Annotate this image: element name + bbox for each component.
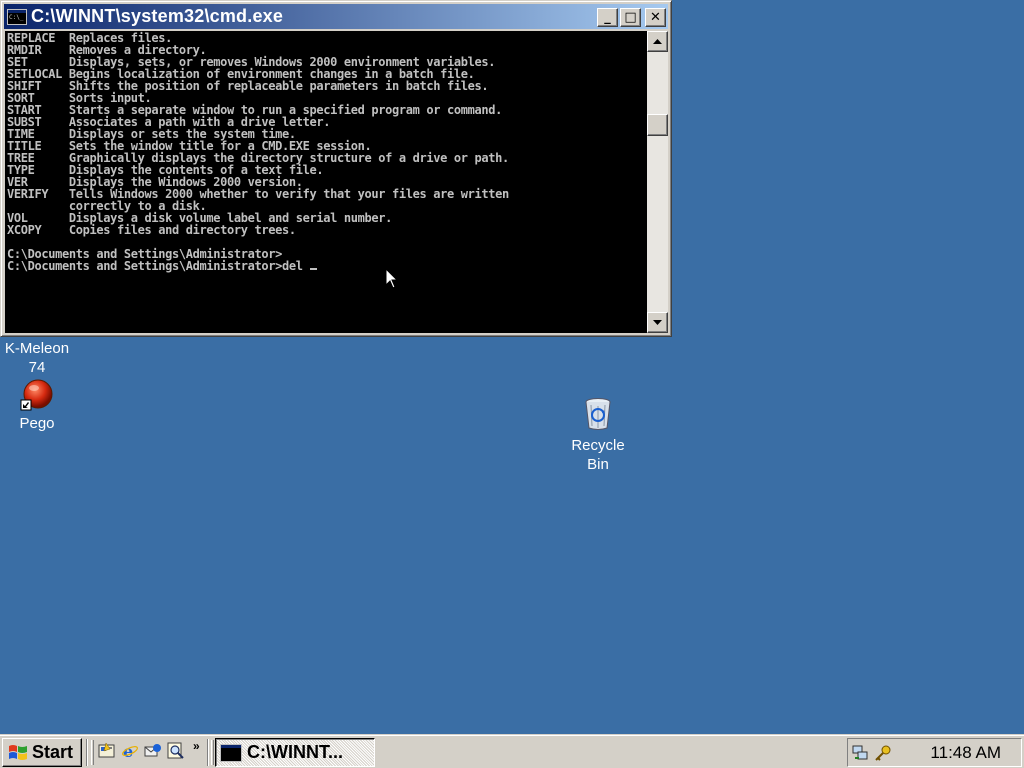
quick-launch-grip[interactable] (91, 740, 94, 765)
security-key-icon[interactable] (874, 744, 892, 762)
scroll-down-button[interactable] (647, 312, 668, 333)
arrow-down-icon (653, 319, 662, 325)
taskbar-separator (86, 739, 88, 766)
clock[interactable]: 11:48 AM (930, 743, 1001, 763)
pego-icon[interactable] (20, 378, 54, 412)
recycle-bin-icon[interactable] (582, 397, 614, 431)
maximize-button[interactable]: □ (620, 8, 641, 27)
k-meleon-shortcut-label[interactable]: K-Meleon 74 (0, 339, 74, 377)
window-title: C:\WINNT\system32\cmd.exe (31, 6, 284, 26)
internet-explorer-icon[interactable]: e (121, 742, 139, 760)
arrow-up-icon (653, 38, 662, 44)
scroll-up-button[interactable] (647, 31, 668, 52)
close-button[interactable]: ✕ (645, 8, 666, 27)
network-icon[interactable] (852, 744, 870, 762)
windows-logo-icon (9, 744, 27, 760)
task-list-grip[interactable] (211, 740, 214, 765)
task-button-cmd[interactable]: C:\WINNT... (215, 738, 375, 767)
cmd-icon[interactable] (7, 8, 27, 25)
cmd-icon (220, 743, 242, 762)
mouse-pointer-icon (385, 268, 399, 289)
show-desktop-icon[interactable] (98, 742, 116, 760)
taskbar-separator (207, 739, 209, 766)
system-tray: 11:48 AM (847, 738, 1022, 767)
start-button[interactable]: Start (2, 738, 82, 767)
outlook-express-icon[interactable] (144, 742, 162, 760)
task-button-label: C:\WINNT... (247, 742, 343, 762)
quick-launch-more-button[interactable]: » (193, 739, 200, 753)
pego-shortcut-label[interactable]: Pego (4, 414, 70, 433)
prompt-text: C:\Documents and Settings\Administrator> (7, 259, 282, 273)
vertical-scrollbar[interactable] (647, 31, 668, 333)
console-output[interactable]: REPLACE Replaces files. RMDIR Removes a … (5, 31, 647, 333)
window-controls: _ □ ✕ (595, 8, 666, 27)
search-icon[interactable] (167, 742, 185, 760)
taskbar: Start e » C:\WINNT... 11:48 AM (0, 734, 1024, 768)
text-cursor (309, 268, 317, 270)
start-label: Start (32, 742, 74, 762)
scrollbar-thumb[interactable] (647, 114, 668, 136)
minimize-button[interactable]: _ (597, 8, 618, 27)
command-input[interactable]: del (282, 259, 310, 273)
console-text: REPLACE Replaces files. RMDIR Removes a … (7, 31, 509, 273)
title-bar[interactable]: C:\WINNT\system32\cmd.exe _ □ ✕ (4, 4, 668, 29)
recycle-bin-label[interactable]: Recycle Bin (562, 436, 634, 474)
cmd-window[interactable]: C:\WINNT\system32\cmd.exe _ □ ✕ REPLACE … (0, 0, 672, 337)
